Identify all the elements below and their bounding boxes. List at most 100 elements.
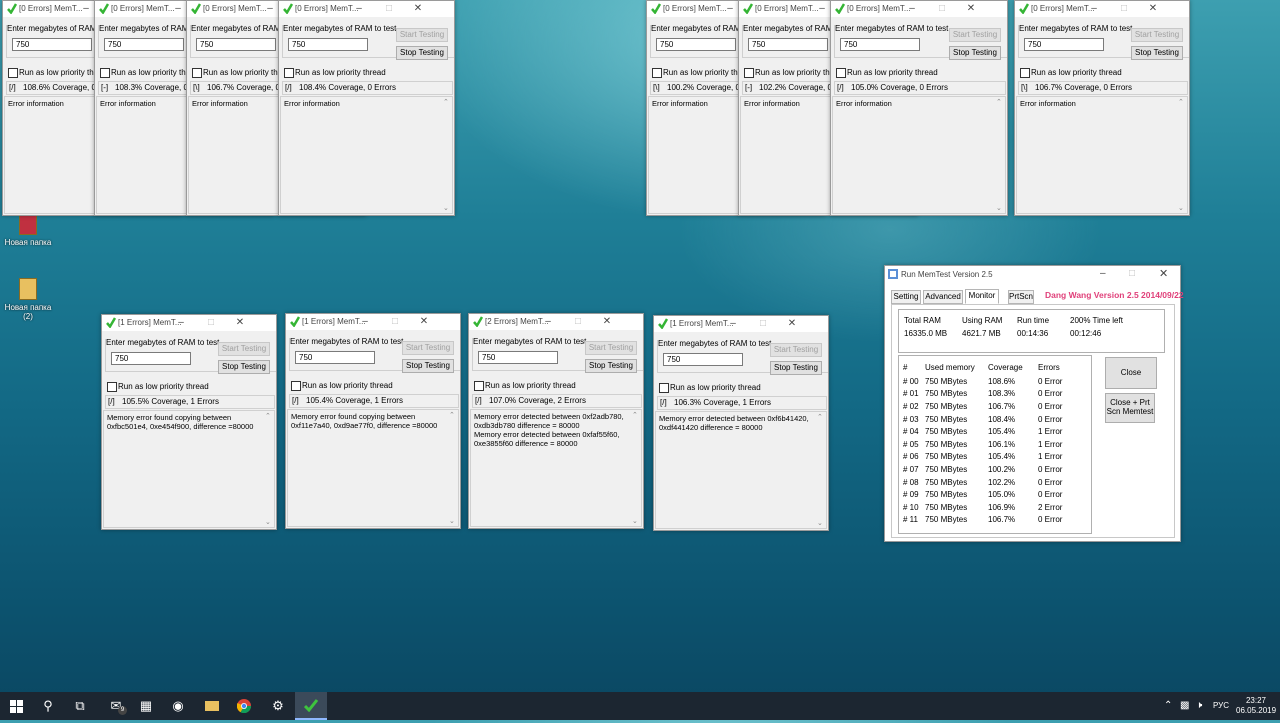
minimize-button[interactable]: – — [260, 2, 280, 15]
minimize-button[interactable]: – — [1084, 2, 1104, 15]
stop-testing-button[interactable]: Stop Testing — [396, 46, 448, 60]
ram-input[interactable]: 750 — [104, 38, 184, 51]
close-button[interactable]: ✕ — [230, 316, 250, 329]
maximize-button[interactable]: □ — [385, 315, 405, 328]
minimize-button[interactable]: – — [349, 2, 369, 15]
minimize-button[interactable]: – — [1100, 268, 1106, 279]
table-row[interactable]: # 01 750 MBytes 108.3% 0 Error — [903, 388, 1062, 401]
low-priority-checkbox[interactable] — [291, 381, 301, 391]
start-testing-button[interactable]: Start Testing — [770, 343, 822, 357]
table-row[interactable]: # 08 750 MBytes 102.2% 0 Error — [903, 476, 1062, 489]
minimize-button[interactable]: – — [812, 2, 832, 15]
maximize-button[interactable]: □ — [201, 316, 221, 329]
task-view-icon[interactable]: ⧉ — [64, 692, 96, 720]
title-bar[interactable]: [1 Errors] MemT... – □ ✕ — [102, 315, 276, 331]
scroll-down-icon[interactable]: ⌄ — [632, 517, 638, 525]
title-bar[interactable]: [1 Errors] MemT... – □ ✕ — [286, 314, 460, 330]
tray-chevron-icon[interactable]: ⌃ — [1164, 692, 1172, 720]
scroll-down-icon[interactable]: ⌄ — [996, 204, 1002, 212]
start-testing-button[interactable]: Start Testing — [585, 341, 637, 355]
ram-input[interactable]: 750 — [196, 38, 276, 51]
start-testing-button[interactable]: Start Testing — [949, 28, 1001, 42]
low-priority-checkbox[interactable] — [107, 382, 117, 392]
ram-input[interactable]: 750 — [295, 351, 375, 364]
title-bar[interactable]: [2 Errors] MemT... – □ ✕ — [469, 314, 643, 330]
scroll-down-icon[interactable]: ⌄ — [449, 517, 455, 525]
scroll-down-icon[interactable]: ⌄ — [817, 519, 823, 527]
table-row[interactable]: # 06 750 MBytes 105.4% 1 Error — [903, 451, 1062, 464]
stop-testing-button[interactable]: Stop Testing — [1131, 46, 1183, 60]
low-priority-checkbox[interactable] — [659, 383, 669, 393]
low-priority-checkbox[interactable] — [284, 68, 294, 78]
maximize-button[interactable]: □ — [1129, 268, 1135, 279]
scrollbar[interactable]: ⌃⌄ — [1178, 98, 1187, 212]
low-priority-checkbox[interactable] — [652, 68, 662, 78]
error-info-box[interactable]: Error information — [832, 96, 1006, 214]
scroll-up-icon[interactable]: ⌃ — [443, 98, 449, 106]
scroll-up-icon[interactable]: ⌃ — [632, 411, 638, 419]
ram-input[interactable]: 750 — [288, 38, 368, 51]
scroll-up-icon[interactable]: ⌃ — [817, 413, 823, 421]
low-priority-checkbox[interactable] — [1020, 68, 1030, 78]
ram-input[interactable]: 750 — [12, 38, 92, 51]
close-button[interactable]: ✕ — [414, 315, 434, 328]
tab-prtscn[interactable]: PrtScn — [1008, 290, 1034, 304]
maximize-button[interactable]: □ — [379, 2, 399, 15]
table-row[interactable]: # 02 750 MBytes 106.7% 0 Error — [903, 400, 1062, 413]
title-bar[interactable]: [0 Errors] MemT...–□✕ — [279, 1, 454, 17]
scroll-up-icon[interactable]: ⌃ — [996, 98, 1002, 106]
start-button[interactable] — [0, 692, 32, 720]
memtest-taskbar-icon[interactable] — [295, 692, 327, 720]
error-info-box[interactable]: Error information — [280, 96, 453, 214]
close-button[interactable]: ✕ — [1143, 2, 1163, 15]
low-priority-checkbox[interactable] — [474, 381, 484, 391]
language-indicator[interactable]: РУС — [1213, 692, 1229, 720]
browser-icon[interactable]: ◉ — [162, 692, 194, 720]
close-memtest-button[interactable]: Close Memtest — [1105, 357, 1157, 407]
error-info-box[interactable]: Error information — [1016, 96, 1188, 214]
stop-testing-button[interactable]: Stop Testing — [949, 46, 1001, 60]
mail-icon[interactable]: ✉ 9 — [100, 692, 132, 720]
scroll-down-icon[interactable]: ⌄ — [1178, 204, 1184, 212]
title-bar[interactable]: [0 Errors] MemT...–□✕ — [831, 1, 1007, 17]
error-info-box[interactable]: Memory error found copying between 0xf11… — [287, 409, 459, 527]
file-explorer-icon[interactable] — [196, 692, 228, 720]
ram-input[interactable]: 750 — [656, 38, 736, 51]
scroll-up-icon[interactable]: ⌃ — [449, 411, 455, 419]
stop-testing-button[interactable]: Stop Testing — [770, 361, 822, 375]
volume-icon[interactable]: 🕨 — [1196, 692, 1202, 720]
close-button[interactable]: ✕ — [782, 317, 802, 330]
minimize-button[interactable]: – — [355, 315, 375, 328]
stop-testing-button[interactable]: Stop Testing — [218, 360, 270, 374]
minimize-button[interactable]: – — [171, 316, 191, 329]
ram-input[interactable]: 750 — [111, 352, 191, 365]
minimize-button[interactable]: – — [723, 317, 743, 330]
low-priority-checkbox[interactable] — [100, 68, 110, 78]
desktop-icon-folder[interactable]: Новая папка — [0, 213, 56, 247]
title-bar[interactable]: [0 Errors] MemT...–□✕ — [1015, 1, 1189, 17]
title-bar[interactable]: [1 Errors] MemT... – □ ✕ — [654, 316, 828, 332]
start-testing-button[interactable]: Start Testing — [402, 341, 454, 355]
thread-list[interactable]: # Used memory Coverage Errors # 00 750 MB… — [898, 355, 1092, 534]
low-priority-checkbox[interactable] — [192, 68, 202, 78]
close-button[interactable]: ✕ — [597, 315, 617, 328]
tab-monitor[interactable]: Monitor — [965, 289, 999, 304]
low-priority-checkbox[interactable] — [744, 68, 754, 78]
maximize-button[interactable]: □ — [753, 317, 773, 330]
scrollbar[interactable]: ⌃⌄ — [817, 413, 826, 527]
settings-app-icon[interactable]: ⚙ — [262, 692, 294, 720]
tab-advanced[interactable]: Advanced — [923, 290, 963, 304]
scrollbar[interactable]: ⌃⌄ — [265, 412, 274, 526]
scroll-down-icon[interactable]: ⌄ — [265, 518, 271, 526]
start-testing-button[interactable]: Start Testing — [218, 342, 270, 356]
scroll-down-icon[interactable]: ⌄ — [443, 204, 449, 212]
store-icon[interactable]: ▦ — [130, 692, 162, 720]
chrome-icon[interactable] — [228, 692, 260, 720]
search-icon[interactable]: ⚲ — [32, 692, 64, 720]
minimize-button[interactable]: – — [902, 2, 922, 15]
scrollbar[interactable]: ⌃⌄ — [449, 411, 458, 525]
maximize-button[interactable]: □ — [932, 2, 952, 15]
low-priority-checkbox[interactable] — [8, 68, 18, 78]
minimize-button[interactable]: – — [720, 2, 740, 15]
scrollbar[interactable]: ⌃⌄ — [632, 411, 641, 525]
